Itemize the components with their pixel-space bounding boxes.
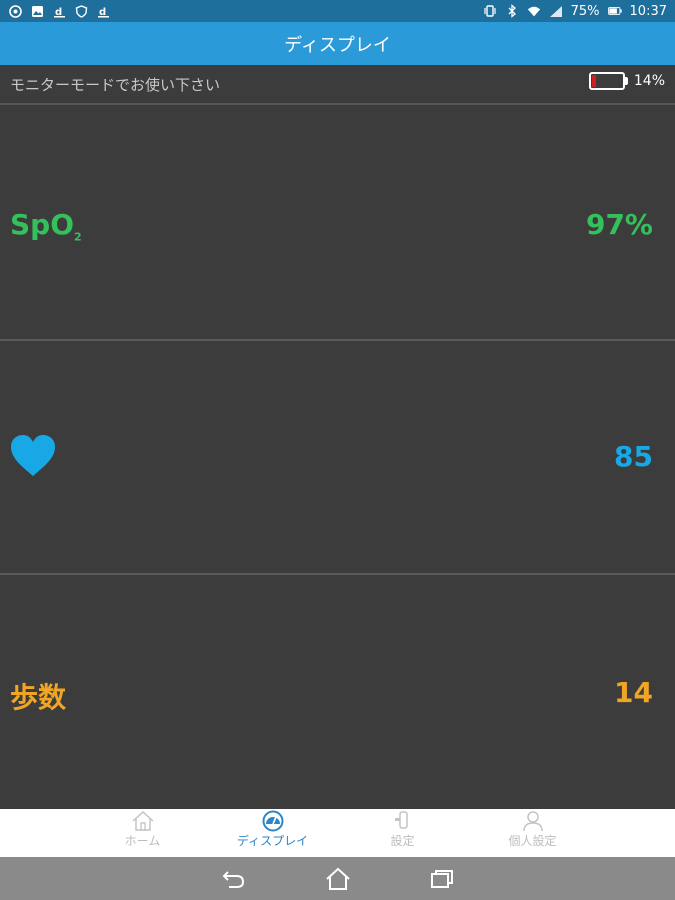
- device-battery-percent: 14%: [633, 73, 665, 89]
- status-bar: d d 75% 10:37: [0, 0, 675, 22]
- spo2-value: 97%: [585, 208, 653, 241]
- steps-label: 歩数: [10, 681, 67, 714]
- device-settings-icon: [394, 811, 408, 829]
- vibrate-icon: [483, 4, 497, 18]
- bottom-nav: ホーム ディスプレイ 設定 個人設定: [0, 809, 675, 857]
- nav-personal-settings[interactable]: 個人設定: [488, 810, 578, 849]
- notice-bar: モニターモードでお使い下さい: [0, 65, 675, 105]
- nav-home-label: ホーム: [124, 834, 161, 848]
- home-icon: [131, 810, 154, 831]
- wifi-icon: [527, 4, 541, 18]
- chrome-icon: [8, 4, 22, 18]
- battery-icon: [607, 4, 622, 18]
- person-icon: [522, 811, 543, 832]
- recents-icon[interactable]: [429, 868, 455, 890]
- nav-home[interactable]: ホーム: [98, 810, 188, 849]
- back-icon[interactable]: [221, 868, 247, 890]
- spo2-label-subscript: 2: [74, 230, 82, 244]
- home-icon[interactable]: [325, 867, 351, 891]
- d-icon: d: [96, 4, 110, 18]
- status-time: 10:37: [629, 3, 667, 19]
- status-battery-percent: 75%: [570, 3, 600, 19]
- nav-settings[interactable]: 設定: [358, 810, 448, 849]
- nav-display-label: ディスプレイ: [236, 834, 309, 848]
- heart-rate-value: 85: [614, 440, 653, 473]
- shield-icon: [74, 4, 88, 18]
- steps-panel: 歩数 14: [0, 575, 675, 809]
- app-header: ディスプレイ: [0, 22, 675, 65]
- notice-text: モニターモードでお使い下さい: [10, 75, 221, 94]
- d-icon: d: [52, 4, 66, 18]
- device-battery: 14%: [588, 72, 665, 90]
- system-nav-bar: [0, 857, 675, 900]
- spo2-panel: SpO2 97%: [0, 107, 675, 341]
- spo2-label: SpO2: [10, 208, 82, 244]
- status-left-icons: d d: [8, 4, 110, 18]
- nav-settings-label: 設定: [390, 834, 415, 848]
- image-icon: [30, 4, 44, 18]
- status-right: 75% 10:37: [483, 4, 667, 19]
- device-battery-icon: [588, 72, 628, 90]
- page-title: ディスプレイ: [284, 34, 391, 56]
- steps-value: 14: [614, 676, 653, 709]
- nav-display[interactable]: ディスプレイ: [228, 810, 318, 849]
- heart-icon: [10, 434, 56, 482]
- bluetooth-icon: [505, 4, 519, 18]
- heart-rate-panel: 85: [0, 341, 675, 575]
- gauge-icon: [262, 810, 283, 832]
- nav-personal-settings-label: 個人設定: [508, 834, 557, 848]
- signal-icon: [549, 4, 563, 18]
- spo2-label-text: SpO: [10, 208, 75, 241]
